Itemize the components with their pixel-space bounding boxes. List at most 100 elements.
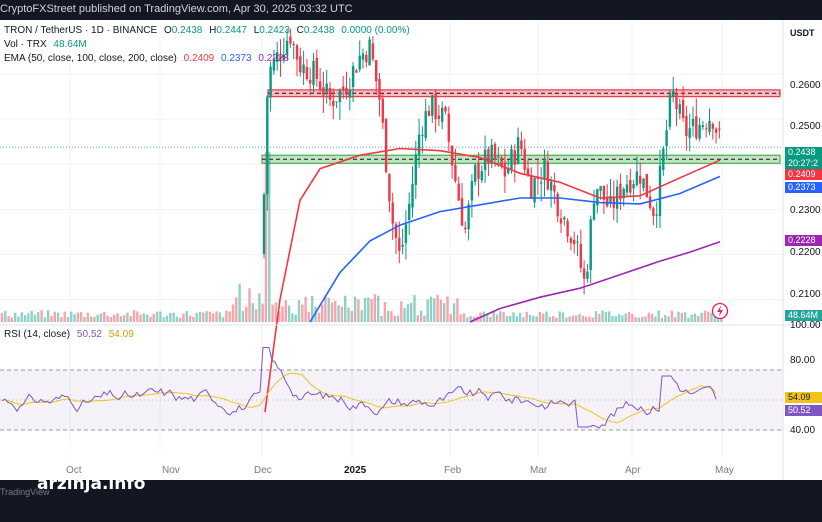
volume-bar [446,296,449,322]
symbol-legend[interactable]: TRON / TetherUS · 1D · BINANCE O0.2438 H… [4,25,410,36]
volume-bar [664,315,667,322]
volume-bar [301,304,304,322]
candle-body [708,120,711,133]
candle-body [378,79,381,100]
volume-bar [122,315,126,322]
ema100-tag: 0.2373 [785,182,822,193]
volume-bar [169,312,172,322]
candle-body [345,87,348,95]
volume-bar [614,316,617,322]
volume-bar [261,303,264,322]
volume-bar [502,311,505,322]
volume-bar [601,310,604,322]
volume-bar [380,315,383,322]
candle-body [642,178,645,189]
candle-body [444,107,447,112]
volume-bar [670,310,674,322]
price-tick-1: 0.2500 [790,121,821,132]
volume-bar [10,317,14,322]
volume-bar [93,317,96,322]
volume-bar [142,313,146,322]
volume-bar [390,311,393,322]
volume-bar [396,315,400,322]
candle-body [470,180,474,201]
candle-body [625,184,629,193]
candle-body [434,93,437,120]
candle-body [493,144,497,160]
ema-legend[interactable]: EMA (50, close, 100, close, 200, close) … [4,53,289,64]
price-chart[interactable] [0,20,822,480]
ohlc-l-value: 0.2423 [259,25,290,36]
rsi-legend[interactable]: RSI (14, close) 50.52 54.09 [4,329,134,340]
volume-bar [248,288,251,322]
candle-body [510,149,513,170]
candle-body [589,219,592,270]
volume-bar [406,304,410,322]
candle-body [553,184,556,192]
volume-bar [86,312,89,322]
candle-body [431,95,434,116]
volume-bar [419,310,423,322]
volume-bar [113,314,116,322]
volume-bar [499,311,502,322]
candle-body [629,179,632,193]
candle-body [447,113,450,142]
candle-body [269,66,272,98]
time-label-feb: Feb [444,465,462,476]
volume-bar [683,312,687,322]
volume-bar [703,310,707,322]
volume-bar [433,298,436,322]
volume-bar [631,313,634,322]
volume-bar [667,316,670,322]
candle-body [678,104,681,114]
ema-label: EMA (50, close, 100, close, 200, close) [4,53,177,64]
volume-bar [700,312,703,322]
volume-bar [340,306,344,322]
volume-bar [182,313,185,322]
volume-bar [344,295,347,322]
candle-body [579,243,582,268]
volume-bar [386,310,390,322]
volume-bar [525,311,528,322]
volume-bar [258,293,261,322]
candle-body [411,183,414,208]
candle-body [457,183,460,201]
ema200-tag: 0.2228 [785,235,822,246]
volume-bar [165,315,169,322]
rsi-ma-tag: 54.09 [785,392,822,403]
volume-bar [149,316,152,322]
current-price-tag: 0.2438 [785,147,822,158]
candle-body [705,128,708,130]
watermark-url: arzinja.info [37,474,146,494]
volume-bar [307,311,311,322]
volume-bar [47,310,50,322]
volume-bar [76,312,80,322]
time-label-mar: Mar [530,465,548,476]
candle-body [454,164,457,182]
volume-bar [528,314,532,322]
candle-body [691,118,695,126]
candle-body [305,66,309,80]
volume-bar [218,312,221,322]
candle-body [566,220,569,237]
volume-bar [551,316,555,322]
candle-body [289,36,292,44]
volume-bar [654,316,657,322]
volume-bar [33,314,37,322]
lightning-icon[interactable] [711,302,729,320]
rsi-ma-value: 54.09 [108,329,134,340]
candle-body [292,43,295,46]
candle-body [685,116,688,137]
volume-legend[interactable]: Vol · TRX 48.64M [4,39,87,50]
volume-bar [462,313,466,322]
volume-bar [284,300,287,322]
volume-bar [353,296,357,322]
volume-bar [17,316,20,322]
candle-body [408,203,411,220]
volume-bar [591,317,594,322]
volume-label: Vol · TRX [4,39,47,50]
candle-body [665,130,668,147]
volume-bar [370,299,373,322]
volume-bar [251,303,254,322]
volume-bar [205,311,208,322]
